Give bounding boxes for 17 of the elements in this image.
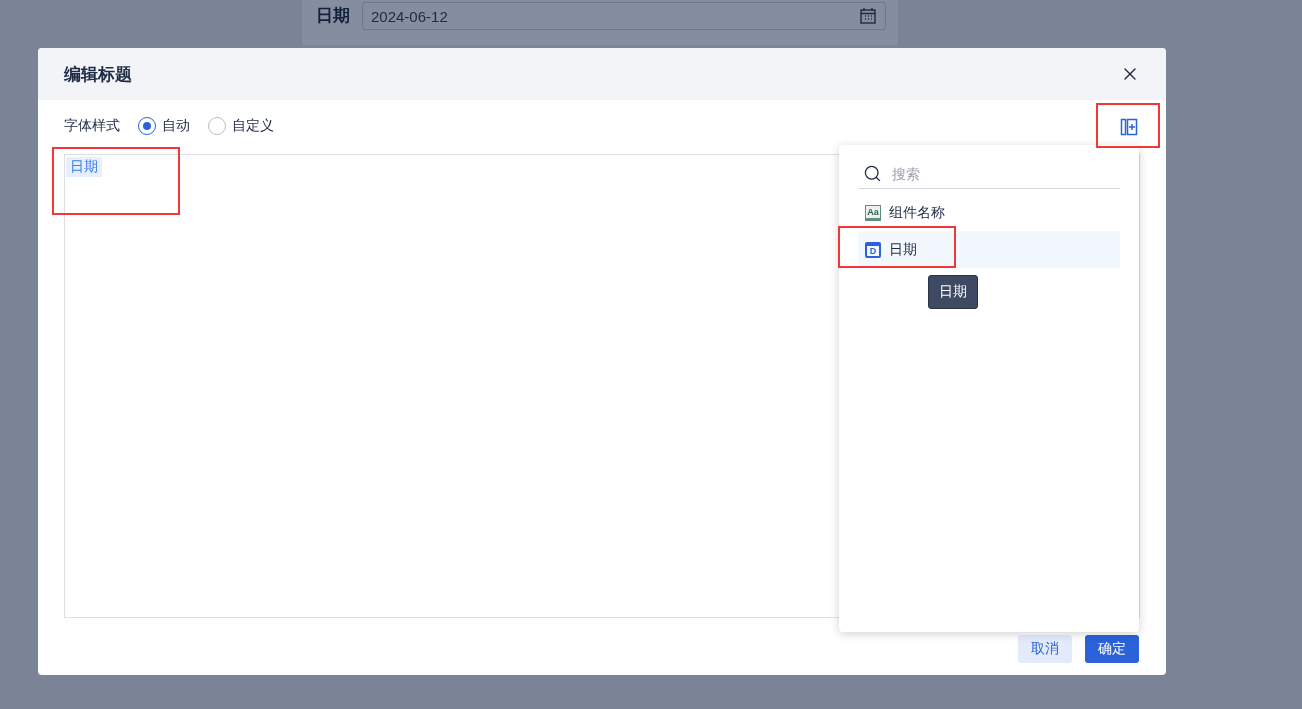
cancel-button[interactable]: 取消 (1018, 635, 1072, 663)
tooltip: 日期 (928, 275, 978, 309)
add-field-button[interactable] (1120, 118, 1138, 136)
text-icon: Aa (865, 204, 881, 221)
date-field[interactable]: 2024-06-12 (362, 2, 886, 30)
field-item[interactable]: Aa 组件名称 (858, 194, 1120, 231)
field-label: 日期 (316, 5, 350, 27)
field-token: 日期 (66, 157, 102, 177)
search-icon (863, 164, 882, 183)
dialog-title: 编辑标题 (64, 63, 132, 86)
radio-option[interactable]: 自定义 (208, 117, 274, 135)
add-column-icon (1120, 118, 1138, 136)
confirm-button[interactable]: 确定 (1085, 635, 1139, 663)
calendar-icon: D (865, 241, 881, 258)
calendar-icon (859, 7, 877, 25)
font-style-label: 字体样式 (64, 117, 120, 135)
radio-option[interactable]: 自动 (138, 117, 190, 135)
